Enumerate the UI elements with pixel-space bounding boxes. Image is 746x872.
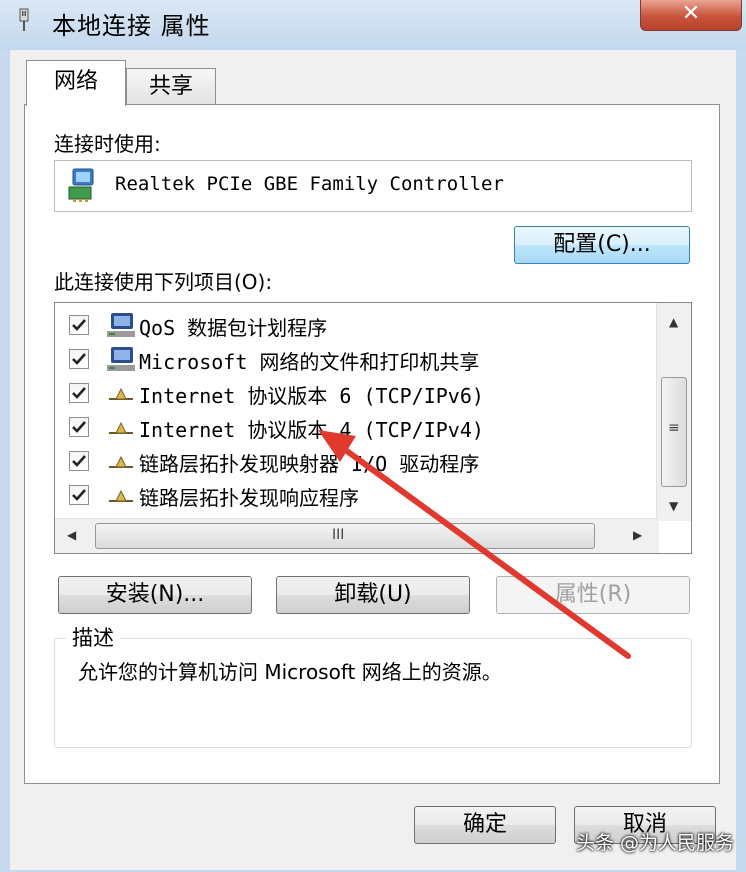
adapter-name: Realtek PCIe GBE Family Controller (115, 173, 504, 195)
list-item[interactable]: Microsoft 网络的文件和打印机共享 (55, 343, 655, 377)
watermark: 头条 @为人民服务 (576, 832, 735, 854)
adapter-field: Realtek PCIe GBE Family Controller (54, 160, 692, 212)
ok-button[interactable]: 确定 (414, 806, 556, 844)
protocol-icon (109, 387, 133, 400)
horizontal-scroll-thumb[interactable]: III (95, 523, 595, 549)
vertical-scrollbar[interactable]: ▲ ≡ ▼ (656, 303, 691, 521)
checkmark-icon (72, 489, 86, 501)
protocol-icon (109, 421, 133, 434)
checkbox[interactable] (69, 315, 89, 335)
connect-using-label: 连接时使用: (54, 132, 161, 156)
install-button[interactable]: 安装(N)... (58, 576, 252, 614)
list-item[interactable]: Internet 协议版本 4 (TCP/IPv4) (55, 411, 655, 445)
checkbox[interactable] (69, 383, 89, 403)
item-label: 链路层拓扑发现映射器 I/O 驱动程序 (139, 452, 480, 476)
checkmark-icon (72, 421, 86, 433)
checkmark-icon (72, 353, 86, 365)
checkbox[interactable] (69, 417, 89, 437)
grip-icon: ≡ (668, 420, 680, 436)
vertical-scroll-thumb[interactable]: ≡ (661, 377, 687, 487)
checkmark-icon (72, 319, 86, 331)
scroll-down-icon[interactable]: ▼ (669, 499, 678, 513)
list-item[interactable]: 链路层拓扑发现映射器 I/O 驱动程序 (55, 445, 655, 479)
description-group (54, 638, 692, 748)
checkbox[interactable] (69, 451, 89, 471)
list-item[interactable]: 链路层拓扑发现响应程序 (55, 479, 655, 513)
item-label: Internet 协议版本 6 (TCP/IPv6) (139, 384, 484, 408)
item-label: QoS 数据包计划程序 (139, 316, 328, 340)
title-bar: 本地连接 属性 ✕ (0, 0, 746, 50)
grip-icon: III (332, 527, 345, 543)
scroll-up-icon[interactable]: ▲ (669, 315, 678, 329)
network-computer-icon (107, 313, 135, 337)
network-plug-icon (19, 8, 29, 31)
network-adapter-icon (68, 168, 94, 202)
item-label: Internet 协议版本 4 (TCP/IPv4) (139, 418, 484, 442)
item-label: Microsoft 网络的文件和打印机共享 (139, 350, 480, 374)
scroll-left-icon[interactable]: ◀ (67, 528, 76, 542)
description-title: 描述 (66, 622, 120, 652)
checkbox[interactable] (69, 349, 89, 369)
list-item[interactable]: QoS 数据包计划程序 (55, 309, 655, 343)
protocol-icon (109, 489, 133, 502)
horizontal-scrollbar[interactable]: ◀ III ▶ (55, 518, 659, 553)
items-label: 此连接使用下列项目(O): (54, 270, 273, 294)
tab-sharing[interactable]: 共享 (126, 68, 216, 104)
item-label: 链路层拓扑发现响应程序 (139, 486, 359, 510)
network-computer-icon (107, 347, 135, 371)
checkmark-icon (72, 455, 86, 467)
checkbox[interactable] (69, 485, 89, 505)
list-item[interactable]: Internet 协议版本 6 (TCP/IPv6) (55, 377, 655, 411)
close-button[interactable]: ✕ (640, 0, 742, 31)
tab-network[interactable]: 网络 (26, 60, 126, 106)
protocol-icon (109, 455, 133, 468)
description-text: 允许您的计算机访问 Microsoft 网络上的资源。 (78, 660, 502, 684)
properties-button[interactable]: 属性(R) (496, 576, 690, 614)
configure-button[interactable]: 配置(C)... (514, 226, 690, 264)
window-title: 本地连接 属性 (52, 12, 211, 40)
items-list: QoS 数据包计划程序 Microsoft 网络的文件和打印机共享 Intern… (54, 302, 692, 554)
checkmark-icon (72, 387, 86, 399)
uninstall-button[interactable]: 卸载(U) (276, 576, 470, 614)
scroll-right-icon[interactable]: ▶ (633, 528, 642, 542)
